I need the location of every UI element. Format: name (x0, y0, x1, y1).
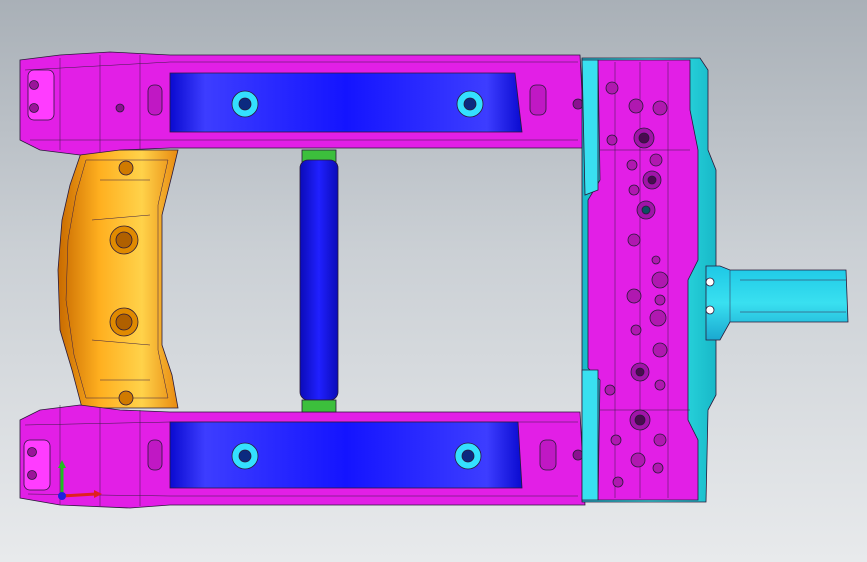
right-side-rail[interactable] (581, 57, 717, 503)
tube-cap-bottom (301, 399, 337, 413)
model-canvas[interactable] (0, 0, 867, 562)
reinforcement-plate-bottom[interactable] (169, 421, 523, 489)
reinforcement-plate-top[interactable] (169, 72, 523, 133)
left-bracket[interactable] (57, 149, 179, 409)
mounting-arm[interactable] (705, 265, 849, 341)
cross-tube[interactable] (299, 149, 339, 413)
cad-viewport[interactable] (0, 0, 867, 562)
